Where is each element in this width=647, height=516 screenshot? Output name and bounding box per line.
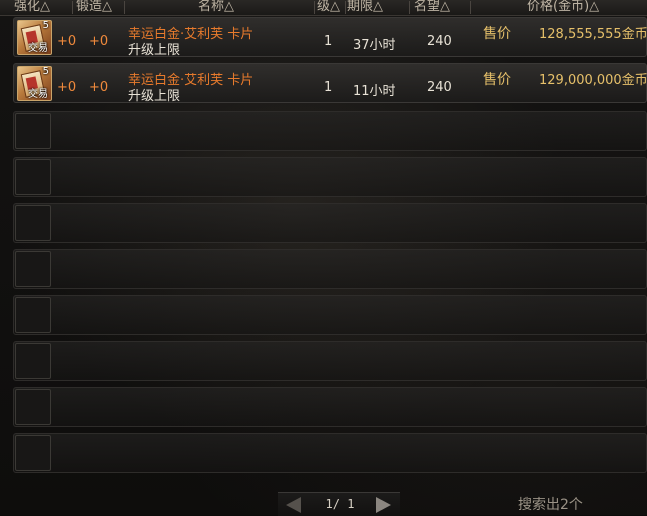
tradable-label: 交易 xyxy=(28,89,48,100)
table-header: 强化△ 锻造△ 名称△ 级△ 期限△ 名望△ 价格(金币)△ xyxy=(0,0,647,16)
empty-item-slot xyxy=(15,297,51,333)
card-item-icon[interactable]: 5 交易 xyxy=(17,66,52,101)
empty-row[interactable] xyxy=(13,249,647,289)
tradable-label: 交易 xyxy=(28,43,48,54)
header-forge[interactable]: 锻造△ xyxy=(76,0,112,15)
item-count: 5 xyxy=(42,66,49,77)
sale-type: 售价 xyxy=(483,26,511,42)
item-price: 128,555,555金币 xyxy=(539,27,647,42)
empty-item-slot xyxy=(15,159,51,195)
header-price[interactable]: 价格(金币)△ xyxy=(527,0,599,15)
empty-row[interactable] xyxy=(13,341,647,381)
header-divider xyxy=(314,1,315,14)
empty-item-slot xyxy=(15,435,51,471)
empty-item-slot xyxy=(15,205,51,241)
item-subtitle: 升级上限 xyxy=(128,43,181,58)
header-duration[interactable]: 期限△ xyxy=(347,0,383,15)
forge-value: +0 xyxy=(89,80,109,95)
page-indicator: 1/ 1 xyxy=(325,497,355,511)
item-count: 5 xyxy=(42,20,49,31)
pagination: 1/ 1 xyxy=(278,492,400,516)
table-row[interactable]: 5 交易 +0 +0 幸运白金·艾利芙 卡片 升级上限 1 37小时 240 售… xyxy=(13,17,647,58)
header-divider xyxy=(72,1,73,14)
card-item-icon[interactable]: 5 交易 xyxy=(17,20,52,55)
item-fame: 240 xyxy=(427,34,452,49)
item-price: 129,000,000金币 xyxy=(539,73,647,88)
empty-row[interactable] xyxy=(13,387,647,427)
forge-value: +0 xyxy=(89,34,109,49)
empty-row[interactable] xyxy=(13,111,647,151)
empty-row[interactable] xyxy=(13,433,647,473)
item-level: 1 xyxy=(324,80,333,95)
header-divider xyxy=(409,1,410,14)
prev-page-icon[interactable] xyxy=(286,497,301,513)
header-divider xyxy=(124,1,125,14)
empty-item-slot xyxy=(15,251,51,287)
empty-row[interactable] xyxy=(13,295,647,335)
search-result-count: 搜索出2个 xyxy=(518,497,583,513)
header-divider xyxy=(345,1,346,14)
enhance-value: +0 xyxy=(57,34,77,49)
item-duration: 37小时 xyxy=(353,38,396,53)
header-enhance[interactable]: 强化△ xyxy=(14,0,50,15)
header-name[interactable]: 名称△ xyxy=(198,0,234,15)
header-fame[interactable]: 名望△ xyxy=(414,0,450,15)
item-subtitle: 升级上限 xyxy=(128,89,181,104)
enhance-value: +0 xyxy=(57,80,77,95)
table-row[interactable]: 5 交易 +0 +0 幸运白金·艾利芙 卡片 升级上限 1 11小时 240 售… xyxy=(13,63,647,104)
empty-item-slot xyxy=(15,389,51,425)
empty-item-slot xyxy=(15,113,51,149)
header-level[interactable]: 级△ xyxy=(317,0,340,15)
item-duration: 11小时 xyxy=(353,84,396,99)
empty-item-slot xyxy=(15,343,51,379)
empty-row[interactable] xyxy=(13,203,647,243)
item-level: 1 xyxy=(324,34,333,49)
item-fame: 240 xyxy=(427,80,452,95)
header-divider xyxy=(470,1,471,14)
empty-row[interactable] xyxy=(13,157,647,197)
sale-type: 售价 xyxy=(483,72,511,88)
next-page-icon[interactable] xyxy=(376,497,391,513)
